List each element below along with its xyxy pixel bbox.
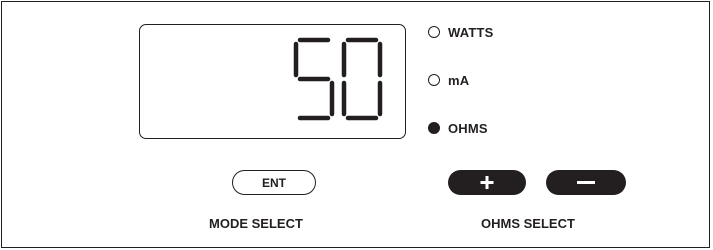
radio-ohms[interactable] [428,122,440,134]
mode-label-watts: WATTS [448,24,494,40]
minus-button[interactable] [546,170,626,195]
minus-icon [577,181,595,184]
plus-button[interactable] [448,170,526,195]
lcd-digit [293,37,335,121]
lcd-digits [293,37,383,121]
mode-select-caption: MODE SELECT [209,216,303,231]
mode-option-watts[interactable]: WATTS [428,24,494,40]
radio-ma[interactable] [428,74,440,86]
mode-option-ohms[interactable]: OHMS [428,120,488,136]
mode-label-ohms: OHMS [448,120,488,136]
radio-watts[interactable] [428,26,440,38]
ent-button[interactable]: ENT [232,170,316,195]
lcd-display [139,24,406,139]
mode-label-ma: mA [448,72,470,88]
lcd-digit [341,37,383,121]
mode-option-ma[interactable]: mA [428,72,469,88]
plus-icon [480,176,494,189]
control-panel: WATTS mA OHMS ENT MODE SELECT OHMS SELEC… [1,1,710,248]
ohms-select-caption: OHMS SELECT [481,216,575,231]
